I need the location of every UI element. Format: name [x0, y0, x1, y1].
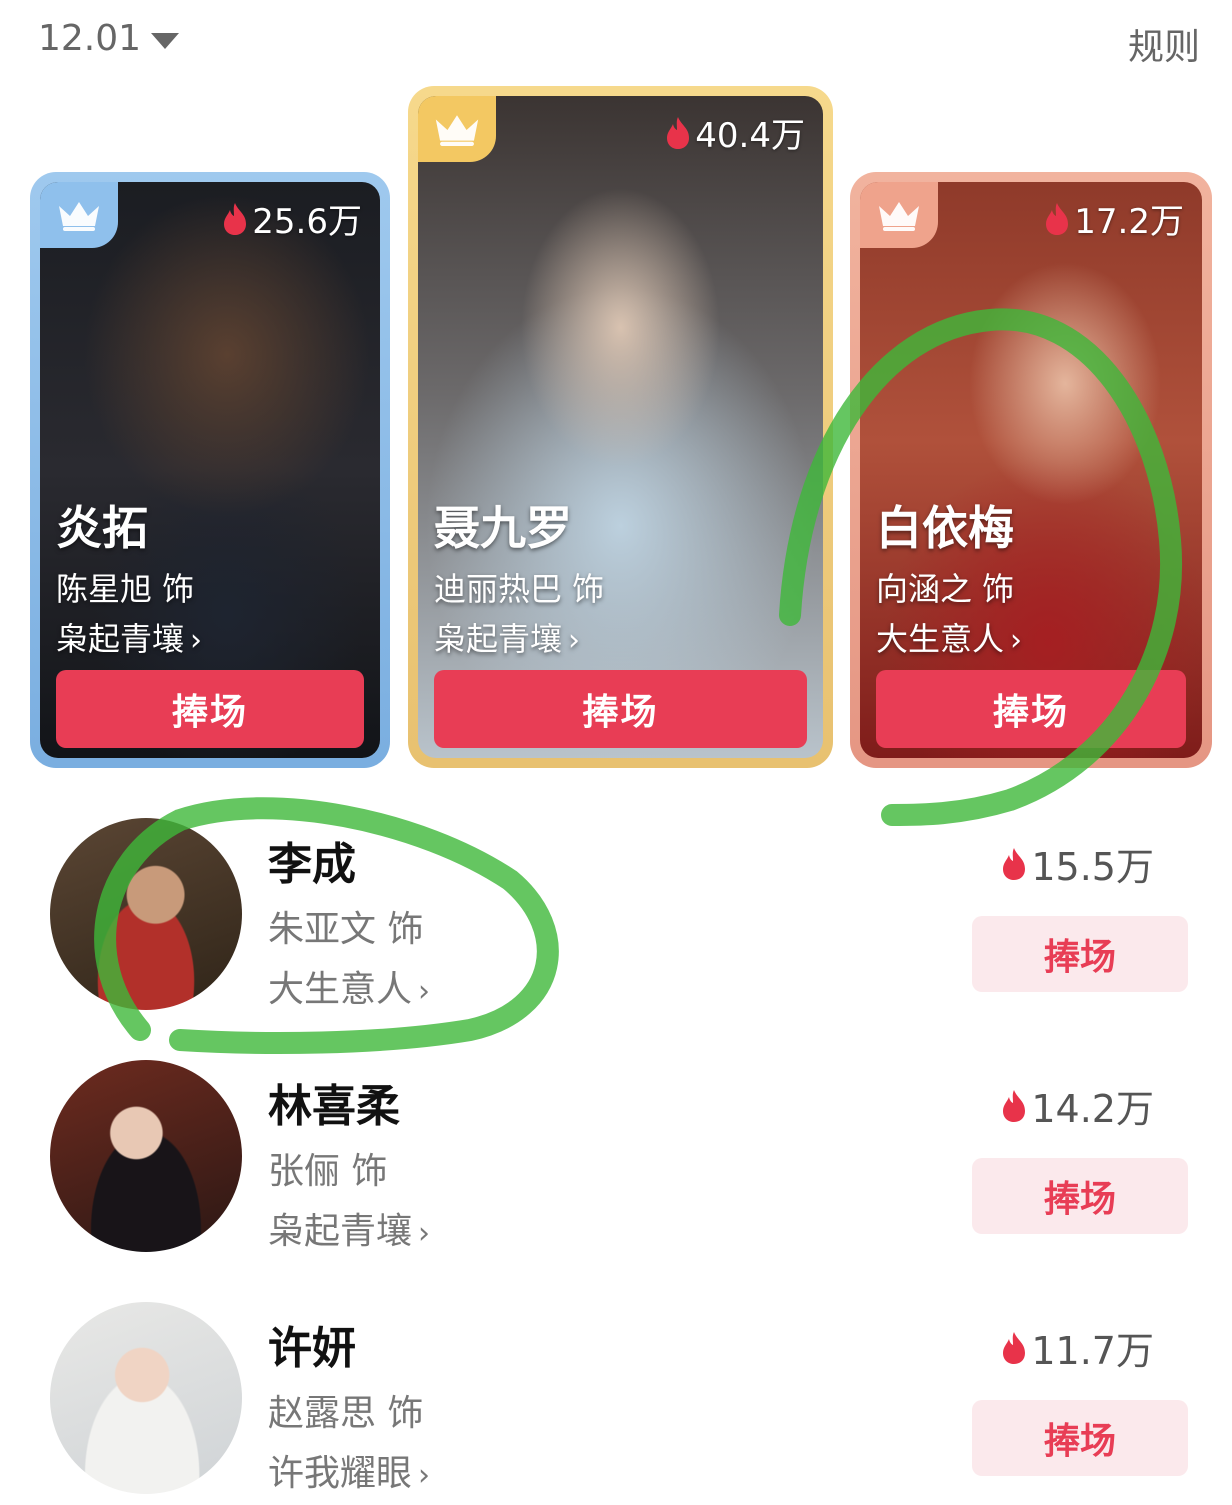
podium-card-rank-1[interactable]: 40.4万 聂九罗 迪丽热巴 饰 枭起青壤 › 捧场	[408, 86, 833, 768]
actor-name: 陈星旭 饰	[56, 570, 195, 608]
crown-badge	[40, 182, 118, 248]
date-selector[interactable]: 12.01	[38, 18, 180, 59]
list-item-info: 李成 朱亚文 饰 大生意人 ›	[268, 828, 430, 1012]
flame-icon	[1003, 1331, 1026, 1364]
podium-card-rank-3[interactable]: 17.2万 白依梅 向涵之 饰 大生意人 › 捧场	[850, 172, 1212, 768]
avatar[interactable]	[50, 1302, 242, 1494]
drama-title: 枭起青壤	[268, 1211, 413, 1252]
support-button[interactable]: 捧场	[434, 670, 807, 748]
actor-name: 赵露思 饰	[268, 1393, 424, 1434]
avatar[interactable]	[50, 818, 242, 1010]
chevron-right-icon: ›	[568, 623, 581, 658]
crown-icon	[435, 115, 479, 146]
chevron-right-icon: ›	[418, 1458, 431, 1493]
heat-value: 15.5万	[1031, 845, 1154, 889]
heat-count: 15.5万	[1001, 836, 1154, 891]
flame-icon	[1046, 202, 1069, 235]
actor-name: 迪丽热巴 饰	[434, 570, 605, 608]
list-item[interactable]: 许妍 赵露思 饰 许我耀眼 › 11.7万 捧场	[0, 1302, 1232, 1502]
drama-title: 大生意人	[876, 620, 1005, 658]
support-button[interactable]: 捧场	[972, 1400, 1188, 1476]
heat-count: 25.6万	[222, 194, 362, 243]
crown-badge	[418, 96, 496, 162]
flame-icon	[224, 202, 247, 235]
support-button[interactable]: 捧场	[972, 916, 1188, 992]
drama-title: 枭起青壤	[434, 620, 563, 658]
heat-value: 17.2万	[1074, 202, 1184, 242]
heat-value: 14.2万	[1031, 1087, 1154, 1131]
drama-title: 大生意人	[268, 969, 413, 1010]
heat-value: 25.6万	[252, 202, 362, 242]
character-photo: 25.6万 炎拓 陈星旭 饰 枭起青壤 › 捧场	[40, 182, 380, 758]
list-item[interactable]: 李成 朱亚文 饰 大生意人 › 15.5万 捧场	[0, 818, 1232, 1018]
character-name: 炎拓	[56, 501, 148, 555]
flame-icon	[1003, 847, 1026, 880]
drama-link[interactable]: 许我耀眼 ›	[268, 1444, 430, 1496]
chevron-right-icon: ›	[418, 974, 431, 1009]
card-info: 炎拓 陈星旭 饰 枭起青壤 ›	[56, 492, 202, 660]
crown-icon	[59, 202, 99, 231]
character-name: 林喜柔	[268, 1081, 400, 1132]
character-photo: 17.2万 白依梅 向涵之 饰 大生意人 › 捧场	[860, 182, 1202, 758]
drama-link[interactable]: 大生意人 ›	[876, 614, 1022, 660]
heat-count: 17.2万	[1044, 194, 1184, 243]
heat-value: 40.4万	[695, 116, 805, 156]
flame-icon	[667, 116, 690, 149]
list-item[interactable]: 林喜柔 张俪 饰 枭起青壤 › 14.2万 捧场	[0, 1060, 1232, 1260]
drama-link[interactable]: 枭起青壤 ›	[56, 614, 202, 660]
character-name: 李成	[268, 839, 356, 890]
avatar[interactable]	[50, 1060, 242, 1252]
drama-link[interactable]: 枭起青壤 ›	[268, 1202, 430, 1254]
heat-count: 11.7万	[1001, 1320, 1154, 1375]
support-button[interactable]: 捧场	[876, 670, 1186, 748]
actor-name: 朱亚文 饰	[268, 909, 424, 950]
actor-name: 张俪 饰	[268, 1151, 388, 1192]
heat-count: 14.2万	[1001, 1078, 1154, 1133]
caret-down-icon	[151, 32, 180, 49]
chevron-right-icon: ›	[418, 1216, 431, 1251]
drama-link[interactable]: 枭起青壤 ›	[434, 614, 604, 660]
support-button[interactable]: 捧场	[972, 1158, 1188, 1234]
character-name: 许妍	[268, 1323, 356, 1374]
drama-title: 许我耀眼	[268, 1453, 413, 1494]
actor-name: 向涵之 饰	[876, 570, 1015, 608]
card-info: 白依梅 向涵之 饰 大生意人 ›	[876, 492, 1022, 660]
character-name: 聂九罗	[434, 501, 572, 555]
podium-card-rank-2[interactable]: 25.6万 炎拓 陈星旭 饰 枭起青壤 › 捧场	[30, 172, 390, 768]
drama-title: 枭起青壤	[56, 620, 185, 658]
flame-icon	[1003, 1089, 1026, 1122]
list-item-info: 许妍 赵露思 饰 许我耀眼 ›	[268, 1312, 430, 1496]
chevron-right-icon: ›	[190, 623, 203, 658]
chevron-right-icon: ›	[1010, 623, 1023, 658]
character-photo: 40.4万 聂九罗 迪丽热巴 饰 枭起青壤 › 捧场	[418, 96, 823, 758]
card-info: 聂九罗 迪丽热巴 饰 枭起青壤 ›	[434, 492, 604, 660]
heat-count: 40.4万	[665, 108, 805, 157]
rules-link[interactable]: 规则	[1128, 18, 1200, 70]
heat-value: 11.7万	[1031, 1329, 1154, 1373]
date-text: 12.01	[38, 18, 142, 59]
crown-icon	[879, 202, 919, 231]
drama-link[interactable]: 大生意人 ›	[268, 960, 430, 1012]
crown-badge	[860, 182, 938, 248]
support-button[interactable]: 捧场	[56, 670, 364, 748]
character-name: 白依梅	[876, 501, 1014, 555]
list-item-info: 林喜柔 张俪 饰 枭起青壤 ›	[268, 1070, 430, 1254]
